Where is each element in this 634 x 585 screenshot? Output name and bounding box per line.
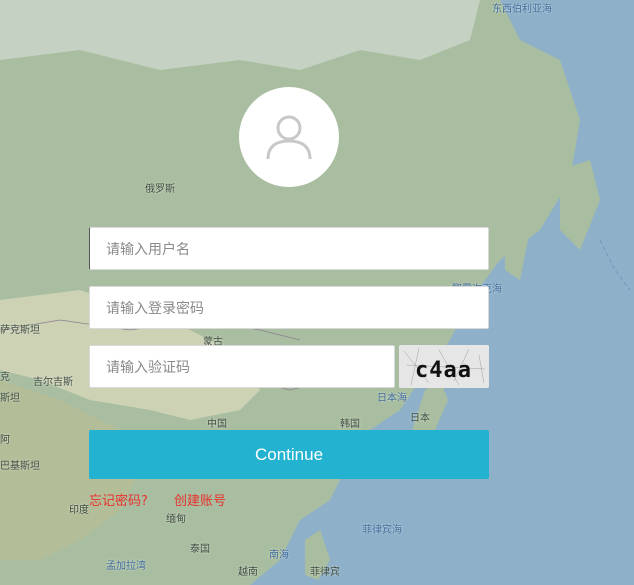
map-label-east-siberian-sea: 东西伯利亚海 bbox=[492, 4, 552, 15]
map-label-philippines: 菲律宾 bbox=[310, 567, 340, 578]
password-input[interactable] bbox=[89, 286, 489, 329]
map-label-russia: 俄罗斯 bbox=[145, 184, 175, 195]
map-label-pakistan: 巴基斯坦 bbox=[0, 461, 40, 472]
map-label-urumqi: 吉尔吉斯 bbox=[33, 377, 73, 388]
map-label-china: 中国 bbox=[207, 419, 227, 430]
map-label-philippine-sea: 菲律宾海 bbox=[362, 525, 402, 536]
map-label-sea-of-japan: 日本海 bbox=[377, 393, 407, 404]
create-account-link[interactable]: 创建账号 bbox=[174, 490, 226, 509]
captcha-input[interactable] bbox=[89, 345, 395, 388]
avatar bbox=[239, 87, 339, 187]
captcha-image[interactable]: c4aa bbox=[399, 345, 489, 388]
map-label-kazakhstan: 萨克斯坦 bbox=[0, 325, 40, 336]
map-label-myanmar: 缅甸 bbox=[166, 514, 186, 525]
forgot-password-link[interactable]: 忘记密码? bbox=[89, 490, 148, 509]
map-label-tajikistan: 斯坦 bbox=[0, 393, 20, 404]
continue-button[interactable]: Continue bbox=[89, 430, 489, 479]
map-label-india: 印度 bbox=[69, 505, 89, 516]
username-input[interactable] bbox=[89, 227, 489, 270]
map-label-thailand: 泰国 bbox=[190, 544, 210, 555]
map-label-kyrgyzstan: 克 bbox=[0, 372, 10, 383]
captcha-text: c4aa bbox=[415, 358, 472, 383]
map-label-vietnam: 越南 bbox=[238, 567, 258, 578]
map-label-bay-of-bengal: 孟加拉湾 bbox=[106, 561, 146, 572]
captcha-noise-graphic: c4aa bbox=[399, 345, 489, 388]
map-label-afghanistan: 阿 bbox=[0, 435, 10, 446]
map-label-japan: 日本 bbox=[410, 413, 430, 424]
map-label-south-china-sea: 南海 bbox=[269, 550, 289, 561]
map-label-korea: 韩国 bbox=[340, 419, 360, 430]
user-icon bbox=[266, 115, 312, 160]
